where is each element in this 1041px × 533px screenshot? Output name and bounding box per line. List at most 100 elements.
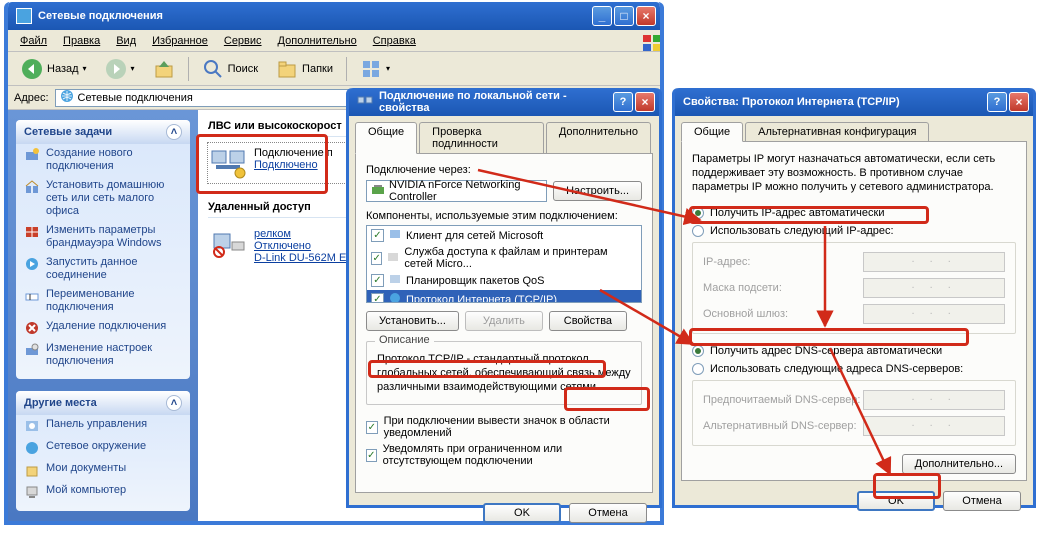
install-button[interactable]: Установить... xyxy=(366,311,459,331)
sidebar-task-rename[interactable]: Переименование подключения xyxy=(16,285,190,317)
explorer-sidebar: Сетевые задачи ˄ Создание нового подключ… xyxy=(8,110,198,521)
menu-edit[interactable]: Правка xyxy=(55,33,108,49)
maximize-button[interactable]: □ xyxy=(614,6,634,26)
windows-logo-icon xyxy=(634,32,656,50)
help-button-2[interactable]: ? xyxy=(987,92,1007,112)
sidebar-tasks-header[interactable]: Сетевые задачи ˄ xyxy=(16,120,190,144)
menu-extra[interactable]: Дополнительно xyxy=(270,33,365,49)
configure-button[interactable]: Настроить... xyxy=(553,181,642,201)
opt-limited[interactable]: ✓Уведомлять при ограниченном или отсутст… xyxy=(366,441,642,469)
menu-view[interactable]: Вид xyxy=(108,33,144,49)
dns2-label: Альтернативный DNS-сервер: xyxy=(703,420,863,432)
radio-dot-on-icon-2 xyxy=(692,345,704,357)
ok-button[interactable]: OK xyxy=(483,503,561,523)
tcpip-icon xyxy=(388,291,402,303)
lan-properties-dialog: Подключение по локальной сети - свойства… xyxy=(346,88,662,508)
sidebar-task-start-conn[interactable]: Запустить данное соединение xyxy=(16,253,190,285)
search-icon xyxy=(202,58,224,80)
conn-lan-link[interactable]: Подключено xyxy=(254,159,318,171)
cancel-button-2[interactable]: Отмена xyxy=(943,491,1021,511)
properties-button[interactable]: Свойства xyxy=(549,311,627,331)
gateway-label: Основной шлюз: xyxy=(703,308,863,320)
lan-tabs: Общие Проверка подлинности Дополнительно xyxy=(349,116,659,153)
ip-addr-input: . . . xyxy=(863,252,1005,272)
up-folder-icon xyxy=(153,58,175,80)
component-row[interactable]: ✓Клиент для сетей Microsoft xyxy=(367,226,641,245)
menu-file[interactable]: Файл xyxy=(12,33,55,49)
menu-tools[interactable]: Сервис xyxy=(216,33,270,49)
dns2-input: . . . xyxy=(863,416,1005,436)
folders-button[interactable]: Папки xyxy=(269,54,340,84)
tcpip-dialog: Свойства: Протокол Интернета (TCP/IP) ? … xyxy=(672,88,1036,508)
sidebar-tasks-title: Сетевые задачи xyxy=(24,126,112,138)
component-row[interactable]: ✓Планировщик пакетов QoS xyxy=(367,271,641,290)
sidebar-task-delete[interactable]: Удаление подключения xyxy=(16,317,190,339)
up-button[interactable] xyxy=(146,54,182,84)
sidebar-place-my-pc[interactable]: Мой компьютер xyxy=(16,481,190,503)
menu-favorites[interactable]: Избранное xyxy=(144,33,216,49)
back-button[interactable]: Назад ▾ xyxy=(14,54,94,84)
tcpip-titlebar[interactable]: Свойства: Протокол Интернета (TCP/IP) ? … xyxy=(675,88,1033,116)
lan-dialog-titlebar[interactable]: Подключение по локальной сети - свойства… xyxy=(349,88,659,116)
views-button[interactable]: ▾ xyxy=(353,54,397,84)
sidebar-place-my-docs[interactable]: Мои документы xyxy=(16,459,190,481)
help-button[interactable]: ? xyxy=(613,92,633,112)
opt-tray-icon[interactable]: ✓При подключении вывести значок в област… xyxy=(366,413,642,441)
sidebar-place-control-panel[interactable]: Панель управления xyxy=(16,415,190,437)
search-button[interactable]: Поиск xyxy=(195,54,265,84)
tab-extra[interactable]: Дополнительно xyxy=(546,122,651,153)
close-button-2[interactable]: × xyxy=(635,92,655,112)
cancel-button[interactable]: Отмена xyxy=(569,503,647,523)
menubar: Файл Правка Вид Избранное Сервис Дополни… xyxy=(8,30,660,52)
minimize-button[interactable]: _ xyxy=(592,6,612,26)
explorer-titlebar[interactable]: Сетевые подключения _ □ × xyxy=(8,2,660,30)
radio-dot-icon xyxy=(692,225,704,237)
tcpip-title: Свойства: Протокол Интернета (TCP/IP) xyxy=(683,96,900,108)
advanced-button[interactable]: Дополнительно... xyxy=(902,454,1016,474)
uninstall-button: Удалить xyxy=(465,311,543,331)
components-list[interactable]: ✓Клиент для сетей Microsoft ✓Служба дост… xyxy=(366,225,642,303)
dns1-input: . . . xyxy=(863,390,1005,410)
sidebar-task-settings[interactable]: Изменение настроек подключения xyxy=(16,339,190,371)
tab-general-2[interactable]: Общие xyxy=(681,122,743,142)
service-icon xyxy=(386,250,400,267)
close-button[interactable]: × xyxy=(636,6,656,26)
menu-help[interactable]: Справка xyxy=(365,33,424,49)
tab-alt[interactable]: Альтернативная конфигурация xyxy=(745,122,929,141)
conn-lan-name: Подключение п xyxy=(254,147,333,159)
component-row-tcpip[interactable]: ✓Протокол Интернета (TCP/IP) xyxy=(367,290,641,303)
sidebar-task-home-net[interactable]: Установить домашнюю сеть или сеть малого… xyxy=(16,176,190,221)
desc-text: Протокол TCP/IP - стандартный протокол г… xyxy=(377,352,631,394)
lan-dlg-icon xyxy=(357,93,373,112)
sidebar-places-panel: Другие места ˄ Панель управления Сетевое… xyxy=(16,391,190,511)
explorer-title: Сетевые подключения xyxy=(38,10,163,22)
fwd-drop-icon: ▾ xyxy=(131,64,135,73)
radio-ip-auto[interactable]: Получить IP-адрес автоматически xyxy=(692,204,1016,222)
forward-button[interactable]: ▾ xyxy=(98,54,142,84)
search-label: Поиск xyxy=(228,63,258,75)
radio-ip-manual[interactable]: Использовать следующий IP-адрес: xyxy=(692,222,1016,240)
close-button-3[interactable]: × xyxy=(1009,92,1029,112)
conn-dial-device[interactable]: D-Link DU-562M E xyxy=(254,252,346,264)
sidebar-task-new-conn[interactable]: Создание нового подключения xyxy=(16,144,190,176)
tcpip-tabs: Общие Альтернативная конфигурация xyxy=(675,116,1033,141)
toolbar-sep xyxy=(188,57,189,81)
lan-icon xyxy=(210,147,246,179)
nic-icon xyxy=(371,183,385,200)
address-label: Адрес: xyxy=(14,92,49,104)
radio-dns-auto[interactable]: Получить адрес DNS-сервера автоматически xyxy=(692,342,1016,360)
tab-auth[interactable]: Проверка подлинности xyxy=(419,122,544,153)
conn-dial-state[interactable]: Отключено xyxy=(254,240,311,252)
radio-dns-manual[interactable]: Использовать следующие адреса DNS-сервер… xyxy=(692,360,1016,378)
views-drop-icon: ▾ xyxy=(386,64,390,73)
sidebar-tasks-panel: Сетевые задачи ˄ Создание нового подключ… xyxy=(16,120,190,379)
ok-button-2[interactable]: OK xyxy=(857,491,935,511)
sidebar-place-neighborhood[interactable]: Сетевое окружение xyxy=(16,437,190,459)
sidebar-task-firewall[interactable]: Изменить параметры брандмауэра Windows xyxy=(16,221,190,253)
sidebar-places-header[interactable]: Другие места ˄ xyxy=(16,391,190,415)
conn-dial-name[interactable]: релком xyxy=(254,228,291,240)
tab-general[interactable]: Общие xyxy=(355,122,417,154)
folders-icon xyxy=(276,58,298,80)
back-label: Назад xyxy=(47,63,79,75)
component-row[interactable]: ✓Служба доступа к файлам и принтерам сет… xyxy=(367,245,641,271)
